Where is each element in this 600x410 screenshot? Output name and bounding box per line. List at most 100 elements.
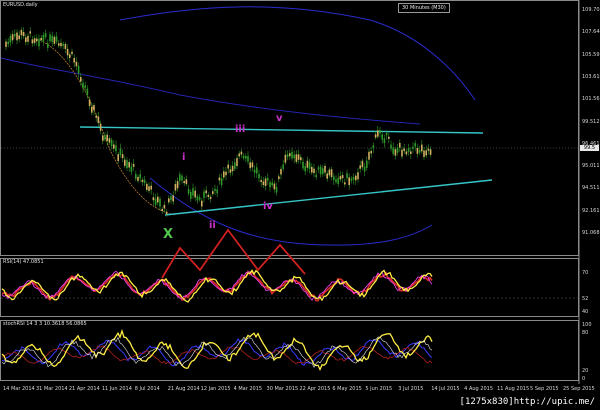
stoch-tick-label: 0: [582, 376, 586, 382]
chart-window: i ii iii iv v X EURUSD.daily 30 Minutes …: [0, 0, 600, 410]
rsi-tick-label: 52: [582, 296, 589, 302]
price-chart-canvas[interactable]: [0, 0, 600, 410]
candle-body: [388, 136, 390, 139]
candle-body: [227, 164, 229, 169]
upper-envelope-line: [119, 6, 476, 101]
stoch-yellow-line: [1, 328, 433, 371]
candle-body: [62, 43, 64, 46]
candle-body: [377, 130, 379, 137]
candle-body: [313, 168, 315, 174]
candle-body: [231, 165, 234, 172]
candle-body: [330, 169, 333, 178]
candle-body: [337, 177, 339, 184]
rsi-series: [1, 269, 433, 303]
candle-body: [73, 57, 75, 63]
candle-body: [7, 41, 9, 45]
candle-body: [102, 135, 104, 141]
time-tick-label: 11 Aug 2015: [497, 386, 530, 392]
candle-body: [86, 88, 89, 96]
candle-body: [225, 171, 227, 176]
candle-body: [363, 166, 366, 172]
candle-body: [97, 116, 100, 123]
candle-body: [315, 174, 317, 177]
candle-body: [366, 160, 368, 168]
candle-body: [82, 82, 84, 89]
candle-body: [319, 166, 322, 175]
time-tick-label: 25 Sep 2015: [563, 386, 595, 392]
timeframe-indicator[interactable]: 30 Minutes (M30): [398, 3, 450, 13]
current-price-tag: 99.5: [580, 145, 599, 151]
candle-body: [324, 165, 326, 173]
candle-body: [414, 143, 416, 147]
price-tick-label: 95.011: [582, 163, 600, 170]
candle-body: [381, 134, 383, 140]
candle-body: [51, 35, 53, 42]
candle-body: [66, 48, 69, 56]
candle-body: [80, 77, 82, 82]
candle-body: [143, 179, 146, 184]
candle-body: [55, 36, 58, 42]
candle-body: [157, 196, 159, 203]
candle-body: [172, 195, 174, 202]
time-tick-label: 14 Jul 2015: [431, 386, 460, 392]
price-tick-label: 91.068: [582, 230, 600, 236]
candle-body: [304, 166, 306, 172]
time-tick-label: 21 Apr 2014: [68, 386, 100, 392]
candle-body: [339, 176, 342, 180]
candle-body: [412, 146, 414, 149]
candle-body: [198, 197, 201, 200]
time-tick-label: 12 Jan 2015: [200, 386, 231, 392]
stoch-tick-label: 20: [582, 368, 589, 374]
candle-body: [53, 36, 56, 44]
candle-body: [126, 160, 128, 168]
time-tick-label: 11 Jun 2014: [101, 386, 132, 392]
candle-body: [119, 148, 122, 155]
candle-body: [216, 189, 218, 194]
candle-body: [423, 150, 425, 158]
candle-body: [258, 174, 260, 179]
candle-body: [176, 181, 179, 189]
candle-body: [311, 166, 313, 173]
candle-body: [280, 168, 282, 175]
time-tick-label: 6 May 2015: [332, 386, 362, 392]
rsi-tick-label: 40: [582, 309, 589, 315]
wave-label-iii: iii: [235, 124, 246, 135]
candle-body: [260, 179, 262, 183]
candle-body: [95, 115, 97, 118]
candle-body: [69, 54, 71, 58]
rsi-panel-border: [0, 258, 579, 317]
candle-body: [117, 154, 119, 162]
candle-body: [429, 149, 432, 155]
candle-body: [42, 35, 45, 42]
candle-body: [374, 134, 377, 138]
wave-label-x: X: [163, 227, 174, 242]
candle-body: [267, 177, 269, 181]
candle-body: [179, 174, 181, 182]
candle-body: [218, 177, 221, 181]
time-tick-label: 5 Jun 2015: [365, 386, 393, 392]
wave-label-i: i: [182, 152, 186, 163]
candle-body: [139, 174, 141, 179]
candle-body: [223, 171, 225, 178]
candle-body: [240, 151, 243, 155]
candle-body: [300, 157, 302, 161]
candle-body: [399, 142, 401, 148]
candle-body: [154, 198, 157, 205]
price-tick-label: 101.563: [582, 96, 600, 103]
candle-body: [20, 29, 23, 36]
candle-body: [368, 151, 370, 160]
stoch-series: [1, 328, 433, 371]
candle-body: [113, 144, 115, 149]
candle-body: [60, 42, 62, 47]
price-tick-label: 94.511: [582, 185, 600, 192]
candle-body: [71, 51, 73, 55]
candle-body: [401, 149, 403, 157]
candle-body: [174, 183, 177, 191]
candle-body: [278, 176, 280, 180]
price-tick-label: 105.591: [582, 51, 600, 58]
candle-body: [238, 153, 240, 157]
candle-body: [405, 151, 408, 155]
candle-body: [302, 161, 304, 169]
candle-body: [64, 44, 67, 49]
candle-body: [328, 169, 331, 176]
